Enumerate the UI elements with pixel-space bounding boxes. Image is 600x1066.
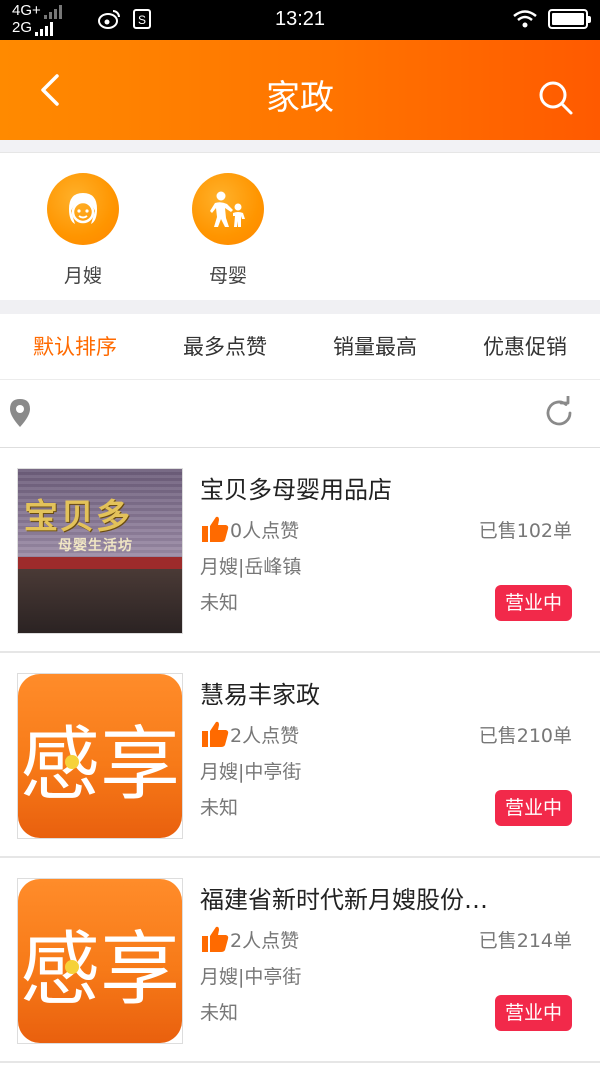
status-badge: 营业中: [494, 585, 572, 621]
sign-subtext: 母婴生活坊: [58, 538, 133, 554]
likes-text: 0人点赞: [230, 519, 300, 542]
thumbs-up-icon: [202, 926, 229, 952]
page-title: 家政: [266, 78, 334, 118]
likes-text: 2人点赞: [230, 724, 300, 747]
distance: 未知: [200, 1002, 239, 1024]
sold-count: 已售102单: [478, 520, 572, 542]
location-row[interactable]: [0, 380, 600, 448]
list-item[interactable]: 感享 福建省新时代新月嫂股份… 2人点赞 已售214单 月嫂|中亭街 未知 营业…: [0, 858, 600, 1063]
likes-count: 2人点赞: [200, 924, 299, 954]
category-label: 月嫂: [63, 265, 102, 287]
clock: 13:21: [274, 8, 326, 30]
status-bar: 4G+ 2G S 13:21: [0, 0, 600, 40]
wifi-icon: [513, 10, 537, 28]
ganxiang-logo: 感享: [20, 718, 180, 811]
likes-count: 0人点赞: [200, 514, 299, 544]
store-name: 宝贝多母婴用品店: [200, 476, 392, 504]
mother-child-icon: [192, 173, 264, 245]
thumbs-up-icon: [202, 721, 229, 747]
store-name: 福建省新时代新月嫂股份…: [200, 886, 488, 914]
status-badge: 营业中: [494, 790, 572, 826]
store-thumbnail: 感享: [17, 673, 183, 839]
likes-count: 2人点赞: [200, 719, 299, 749]
category-label: 母婴: [208, 265, 247, 287]
category-item-nanny[interactable]: 月嫂: [33, 173, 133, 288]
search-icon[interactable]: [536, 78, 576, 118]
battery-icon: [548, 9, 591, 29]
likes-text: 2人点赞: [230, 929, 300, 952]
sort-tabs: 默认排序 最多点赞 销量最高 优惠促销: [0, 314, 600, 380]
tab-top-sales[interactable]: 销量最高: [300, 314, 450, 379]
nanny-face-icon: [47, 173, 119, 245]
category-item-mother-baby[interactable]: 母婴: [178, 173, 278, 288]
sold-count: 已售210单: [478, 725, 572, 747]
section-divider: [0, 300, 600, 314]
category-area: 月嫂|中亭街: [200, 966, 302, 988]
svg-text:感享: 感享: [20, 718, 180, 811]
sign-text: 宝贝多: [24, 497, 132, 537]
sold-count: 已售214单: [478, 930, 572, 952]
svg-text:感享: 感享: [20, 923, 180, 1016]
app-header: 家政: [0, 40, 600, 140]
list-item[interactable]: 宝贝多 母婴生活坊 宝贝多母婴用品店 0人点赞 已售102单 月嫂|岳峰镇 未知…: [0, 448, 600, 653]
category-panel: 月嫂 母婴: [0, 152, 600, 300]
distance: 未知: [200, 592, 239, 614]
status-badge: 营业中: [494, 995, 572, 1031]
distance: 未知: [200, 797, 239, 819]
store-list: 宝贝多 母婴生活坊 宝贝多母婴用品店 0人点赞 已售102单 月嫂|岳峰镇 未知…: [0, 448, 600, 1063]
ganxiang-logo: 感享: [20, 923, 180, 1016]
list-item[interactable]: 感享 慧易丰家政 2人点赞 已售210单 月嫂|中亭街 未知 营业中: [0, 653, 600, 858]
refresh-icon[interactable]: [542, 396, 576, 430]
store-thumbnail: 感享: [17, 878, 183, 1044]
tab-default-sort[interactable]: 默认排序: [0, 314, 150, 379]
section-divider: [0, 140, 600, 152]
location-pin-icon: [10, 399, 30, 427]
category-area: 月嫂|中亭街: [200, 761, 302, 783]
store-thumbnail: 宝贝多 母婴生活坊: [17, 468, 183, 634]
category-area: 月嫂|岳峰镇: [200, 556, 302, 578]
store-name: 慧易丰家政: [200, 681, 320, 709]
thumbs-up-icon: [202, 516, 229, 542]
tab-promotions[interactable]: 优惠促销: [450, 314, 600, 379]
tab-most-likes[interactable]: 最多点赞: [150, 314, 300, 379]
